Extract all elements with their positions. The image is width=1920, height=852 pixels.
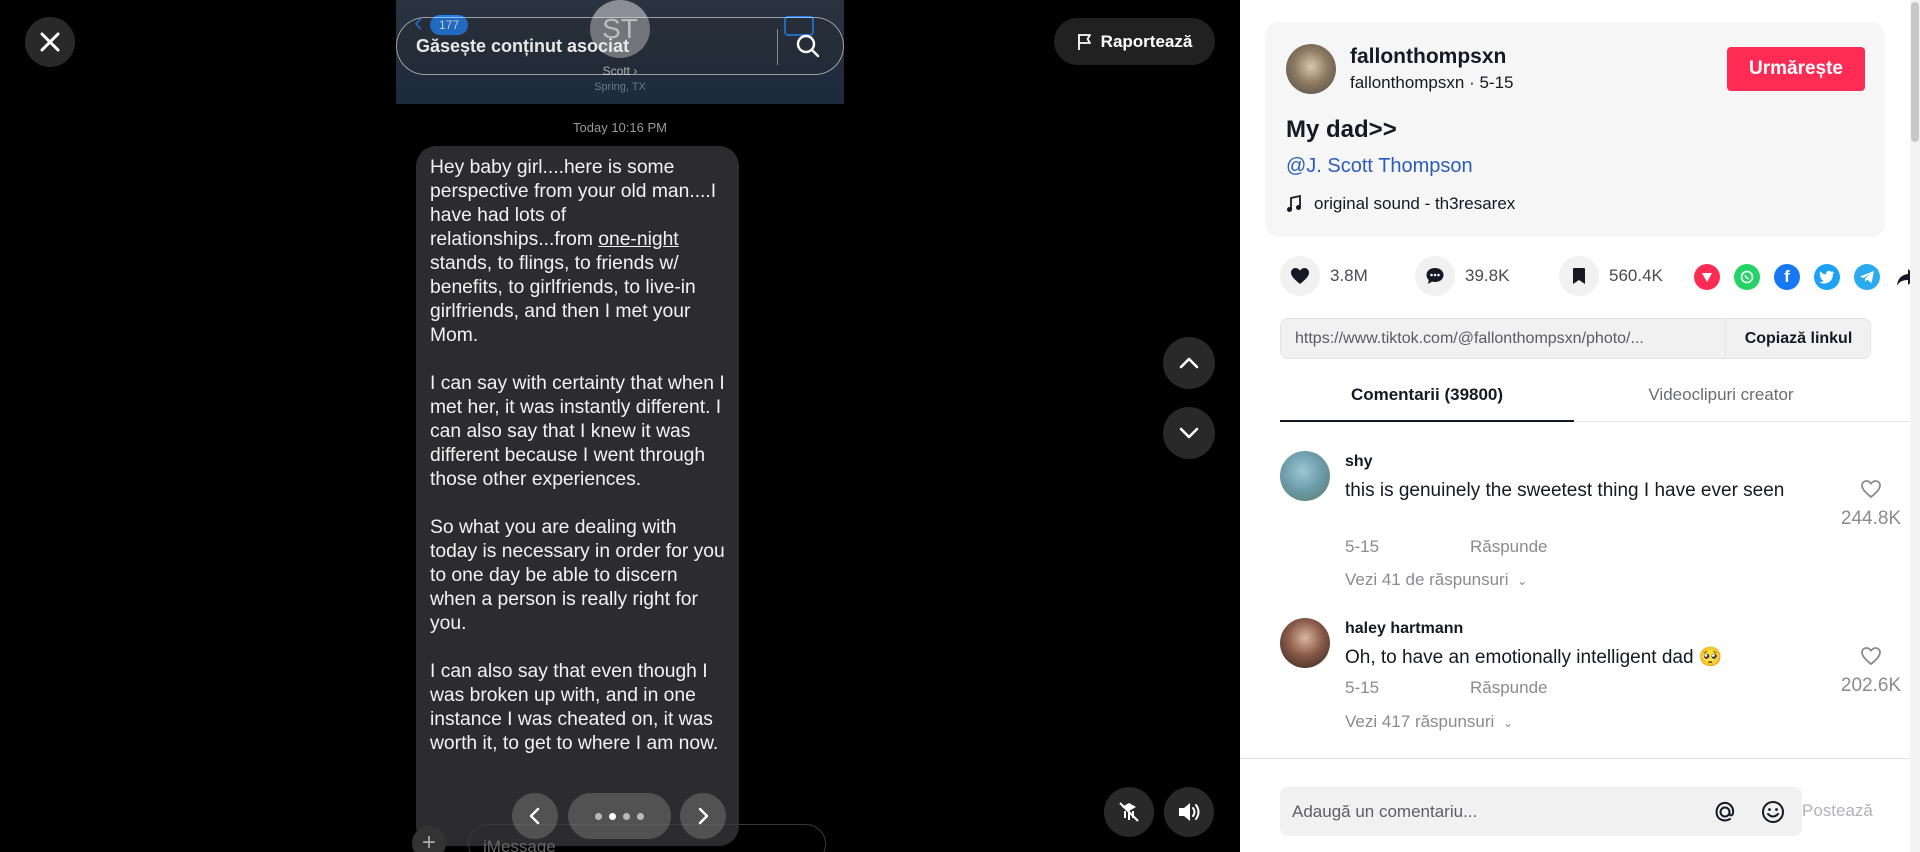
save-count: 560.4K [1609, 266, 1663, 285]
close-button[interactable] [25, 17, 75, 67]
music-note-icon [1287, 195, 1301, 212]
post-comment-button[interactable]: Postează [1802, 801, 1873, 821]
comment-text: Oh, to have an emotionally intelligent d… [1345, 647, 1723, 668]
comment-icon [1415, 256, 1455, 296]
telegram-icon[interactable] [1854, 264, 1880, 290]
emoji-icon[interactable] [1760, 799, 1786, 830]
save-button[interactable]: 560.4K [1559, 256, 1663, 296]
related-content-search[interactable]: Găsește conținut asociat [396, 17, 844, 75]
search-icon[interactable] [795, 33, 821, 64]
photo-pagination [568, 793, 671, 839]
like-button[interactable]: 3.8M [1280, 256, 1368, 296]
volume-icon [1179, 803, 1200, 821]
comment-like-count: 202.6K [1840, 675, 1902, 696]
engagement-row: 3.8M 39.8K 560.4K f [1280, 256, 1917, 296]
floating-player-button[interactable] [1104, 787, 1154, 837]
next-photo-button[interactable] [680, 793, 726, 839]
details-panel: fallonthompsxn fallonthompsxn · 5-15 Urm… [1240, 0, 1920, 852]
twitter-icon[interactable] [1814, 264, 1840, 290]
comment-date: 5-15 [1345, 678, 1380, 697]
close-icon [40, 32, 60, 52]
report-label: Raportează [1100, 31, 1193, 51]
chevron-down-icon [1179, 427, 1199, 439]
previous-photo-button[interactable] [512, 793, 558, 839]
chevron-down-icon: ⌄ [1503, 716, 1514, 730]
floating-player-icon [1119, 802, 1139, 822]
facebook-icon[interactable]: f [1774, 264, 1800, 290]
commenter-username[interactable]: shy [1345, 453, 1373, 471]
volume-button[interactable] [1164, 787, 1214, 837]
search-divider [777, 29, 778, 65]
chevron-down-icon: ⌄ [1517, 574, 1528, 588]
underlined-phrase: one-night [598, 229, 679, 250]
comment-like-button[interactable]: 244.8K [1836, 479, 1906, 530]
plus-icon: + [412, 826, 446, 852]
pagination-dot[interactable] [637, 812, 644, 820]
comment-like-count: 244.8K [1840, 508, 1902, 529]
message-bubble: Hey baby girl....here is some perspectiv… [416, 146, 739, 846]
comment-composer: Adaugă un comentariu... Postează [1240, 758, 1910, 852]
commenter-avatar[interactable] [1280, 618, 1330, 668]
heart-outline-icon [1861, 647, 1881, 666]
copy-link-button[interactable]: Copiază linkul [1725, 319, 1871, 358]
search-placeholder: Găsește conținut asociat [416, 36, 630, 56]
share-link-url[interactable]: https://www.tiktok.com/@fallonthompsxn/p… [1295, 330, 1705, 348]
panel-scrollbar[interactable] [1910, 0, 1920, 852]
panel-tabs: Comentarii (39800) Videoclipuri creator [1280, 378, 1910, 422]
creator-avatar[interactable] [1286, 44, 1336, 94]
reply-button[interactable]: Răspunde [1470, 678, 1548, 698]
comment-input[interactable]: Adaugă un comentariu... [1280, 787, 1802, 836]
mention-at-icon[interactable] [1712, 799, 1738, 830]
chevron-left-icon [529, 807, 540, 825]
view-replies-button[interactable]: Vezi 41 de răspunsuri ⌄ [1345, 570, 1527, 590]
tab-comments[interactable]: Comentarii (39800) [1280, 378, 1574, 422]
message-paragraph: I can also say that even though I was br… [430, 661, 719, 754]
commenter-username[interactable]: haley hartmann [1345, 620, 1463, 638]
like-count: 3.8M [1330, 266, 1368, 285]
scrollbar-thumb[interactable] [1911, 2, 1919, 142]
comment-like-button[interactable]: 202.6K [1836, 646, 1906, 697]
comment-date: 5-15 [1345, 537, 1380, 556]
music-link[interactable]: original sound - th3resarex [1286, 194, 1515, 214]
chevron-up-icon [1179, 357, 1199, 369]
message-paragraph: So what you are dealing with today is ne… [430, 517, 725, 634]
message-timestamp: Today 10:16 PM [573, 120, 667, 135]
contact-location: Spring, TX [594, 81, 646, 93]
heart-outline-icon [1861, 480, 1881, 499]
message-paragraph: I can say with certainty that when I met… [430, 373, 725, 490]
bookmark-icon [1559, 256, 1599, 296]
share-link-box: https://www.tiktok.com/@fallonthompsxn/p… [1280, 318, 1871, 359]
follow-button[interactable]: Urmărește [1727, 47, 1865, 91]
post-info-card: fallonthompsxn fallonthompsxn · 5-15 Urm… [1265, 22, 1885, 237]
commenter-avatar[interactable] [1280, 451, 1330, 501]
comment-placeholder: Adaugă un comentariu... [1292, 802, 1478, 821]
reply-button[interactable]: Răspunde [1470, 537, 1548, 557]
tab-creator-videos[interactable]: Videoclipuri creator [1574, 378, 1868, 422]
comment-button[interactable]: 39.8K [1415, 256, 1509, 296]
previous-post-button[interactable] [1163, 337, 1215, 389]
pagination-dot[interactable] [595, 812, 602, 820]
whatsapp-icon[interactable] [1734, 264, 1760, 290]
pin-icon[interactable] [1694, 264, 1720, 290]
pagination-dot[interactable] [623, 812, 630, 820]
photo-slide: ‹ 177 ST Scott › Spring, TX Găsește conț… [396, 0, 844, 852]
chevron-right-icon [698, 807, 709, 825]
report-button[interactable]: Raportează [1054, 18, 1215, 65]
media-viewer: ‹ 177 ST Scott › Spring, TX Găsește conț… [0, 0, 1240, 852]
flag-icon [1077, 33, 1091, 50]
mention-link[interactable]: @J. Scott Thompson [1286, 155, 1473, 178]
comment-item: shy this is genuinely the sweetest thing… [1280, 451, 1901, 601]
comment-item: haley hartmann Oh, to have an emotionall… [1280, 618, 1901, 748]
creator-subline: fallonthompsxn · 5-15 [1350, 73, 1514, 92]
music-title: original sound - th3resarex [1314, 194, 1516, 213]
comment-text: this is genuinely the sweetest thing I h… [1345, 480, 1785, 501]
message-paragraph: Hey baby girl....here is some perspectiv… [430, 157, 717, 346]
next-post-button[interactable] [1163, 407, 1215, 459]
pagination-dot-active[interactable] [609, 812, 616, 820]
view-replies-button[interactable]: Vezi 417 răspunsuri ⌄ [1345, 712, 1513, 732]
post-caption: My dad>> [1286, 116, 1397, 143]
creator-username[interactable]: fallonthompsxn [1350, 45, 1506, 69]
comment-count: 39.8K [1465, 266, 1510, 285]
heart-icon [1280, 256, 1320, 296]
